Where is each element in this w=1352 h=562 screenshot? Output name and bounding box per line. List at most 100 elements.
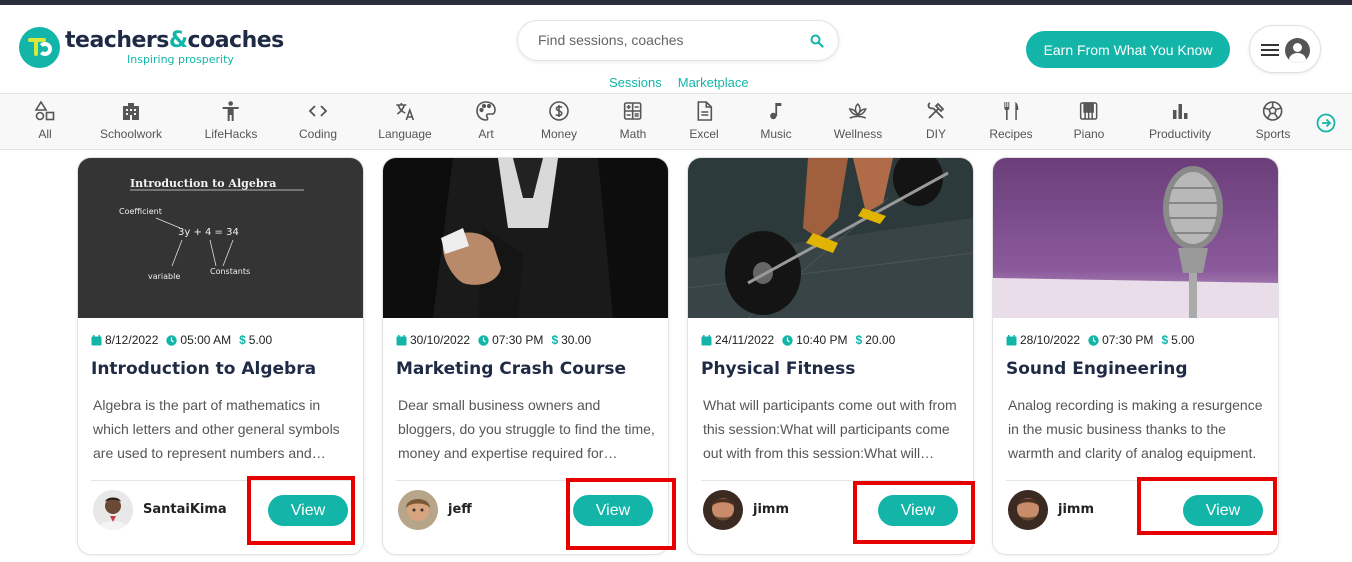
school-icon xyxy=(123,103,139,120)
session-image-chalkboard: Introduction to Algebra Coefficient 3y +… xyxy=(78,158,363,318)
session-date: 28/10/2022 xyxy=(1020,333,1081,347)
bar-chart-icon xyxy=(1173,104,1188,119)
account-menu-button[interactable] xyxy=(1249,25,1321,73)
logo-mark-icon xyxy=(19,27,60,68)
calendar-icon xyxy=(91,334,102,345)
session-time: 05:00 AM xyxy=(180,333,232,347)
session-title[interactable]: Marketing Crash Course xyxy=(396,359,626,379)
category-art[interactable]: Art xyxy=(475,100,497,141)
clock-icon xyxy=(478,334,489,346)
dollar-icon: $ xyxy=(855,333,863,347)
search-box xyxy=(517,20,839,61)
category-coding[interactable]: Coding xyxy=(299,100,337,141)
session-description: What will participants come out with fro… xyxy=(703,397,957,461)
category-lifehacks[interactable]: LifeHacks xyxy=(205,100,257,141)
session-time: 07:30 PM xyxy=(492,333,544,347)
sessions-link[interactable]: Sessions xyxy=(609,75,662,90)
brand-tagline: Inspiring prosperity xyxy=(127,53,234,66)
highlight-box xyxy=(1137,477,1277,535)
dollar-icon: $ xyxy=(1161,333,1169,347)
document-icon xyxy=(697,101,712,121)
calendar-icon xyxy=(396,334,407,345)
session-image-handshake xyxy=(383,158,668,318)
header-links: Sessions Marketplace xyxy=(609,75,749,90)
clock-icon xyxy=(1088,334,1099,346)
hamburger-icon xyxy=(1261,44,1279,56)
translate-icon xyxy=(395,103,414,121)
user-avatar-icon xyxy=(1285,38,1310,63)
svg-text:Coefficient: Coefficient xyxy=(119,207,162,216)
category-schoolwork[interactable]: Schoolwork xyxy=(100,100,162,141)
dollar-icon: $ xyxy=(239,333,246,347)
session-time: 07:30 PM xyxy=(1102,333,1154,347)
lotus-icon xyxy=(848,102,868,119)
svg-text:Introduction to Algebra: Introduction to Algebra xyxy=(130,177,276,190)
category-excel[interactable]: Excel xyxy=(689,100,719,141)
category-sports[interactable]: Sports xyxy=(1256,100,1290,141)
author-name[interactable]: jimm xyxy=(1058,502,1094,517)
highlight-box xyxy=(566,478,676,550)
highlight-box xyxy=(247,476,355,545)
session-meta: 8/12/2022 05:00 AM $5.00 xyxy=(91,333,280,347)
category-diy[interactable]: DIY xyxy=(925,100,947,141)
search-icon[interactable] xyxy=(810,34,824,48)
brand-logo[interactable]: teachers&coaches Inspiring prosperity xyxy=(19,27,284,68)
marketplace-link[interactable]: Marketplace xyxy=(678,75,749,90)
session-date: 30/10/2022 xyxy=(410,333,471,347)
category-all[interactable]: All xyxy=(34,100,56,141)
session-meta: 30/10/2022 07:30 PM $30.00 xyxy=(396,333,599,347)
session-title[interactable]: Sound Engineering xyxy=(1006,359,1188,379)
category-money[interactable]: Money xyxy=(541,100,577,141)
category-wellness[interactable]: Wellness xyxy=(834,100,882,141)
dollar-icon xyxy=(549,101,569,121)
svg-text:Constants: Constants xyxy=(210,267,250,276)
shapes-icon xyxy=(34,100,55,121)
svg-text:variable: variable xyxy=(148,272,180,281)
session-image-weightlifting xyxy=(688,158,973,318)
session-description: Analog recording is making a resurgence … xyxy=(1008,397,1263,461)
piano-icon xyxy=(1080,102,1098,120)
author-avatar xyxy=(1008,490,1048,530)
brand-name: teachers&coaches xyxy=(65,28,284,53)
session-meta: 24/11/2022 10:40 PM $20.00 xyxy=(701,333,903,347)
calendar-icon xyxy=(1006,334,1017,345)
session-date: 24/11/2022 xyxy=(715,333,775,347)
clock-icon xyxy=(166,334,178,346)
session-meta: 28/10/2022 07:30 PM $5.00 xyxy=(1006,333,1202,347)
author-avatar xyxy=(93,490,133,530)
session-price: 20.00 xyxy=(865,333,896,347)
music-note-icon xyxy=(769,103,781,120)
category-productivity[interactable]: Productivity xyxy=(1149,100,1211,141)
category-piano[interactable]: Piano xyxy=(1074,100,1104,141)
author-name[interactable]: SantaiKima xyxy=(143,502,227,517)
dollar-icon: $ xyxy=(551,333,559,347)
session-title[interactable]: Introduction to Algebra xyxy=(91,359,316,379)
session-price: 30.00 xyxy=(561,333,592,347)
category-music[interactable]: Music xyxy=(760,100,792,141)
session-description: Algebra is the part of mathematics in wh… xyxy=(93,397,340,461)
author-avatar xyxy=(703,490,743,530)
author-name[interactable]: jeff xyxy=(448,502,472,517)
session-title[interactable]: Physical Fitness xyxy=(701,359,855,379)
category-bar: All Schoolwork LifeHacks Coding Language… xyxy=(0,93,1352,150)
calculator-icon xyxy=(624,102,642,120)
calendar-icon xyxy=(701,334,712,345)
svg-text:3y + 4 = 34: 3y + 4 = 34 xyxy=(178,227,239,238)
session-image-microphone xyxy=(993,158,1278,318)
session-time: 10:40 PM xyxy=(796,333,848,347)
category-recipes[interactable]: Recipes xyxy=(989,100,1033,141)
utensils-icon xyxy=(1003,102,1018,120)
arrow-right-circle-icon[interactable] xyxy=(1316,113,1336,133)
session-price: 5.00 xyxy=(1171,333,1195,347)
soccer-ball-icon xyxy=(1263,101,1283,121)
session-price: 5.00 xyxy=(248,333,273,347)
session-description: Dear small business owners and bloggers,… xyxy=(398,397,655,461)
author-name[interactable]: jimm xyxy=(753,502,789,517)
category-math[interactable]: Math xyxy=(620,100,646,141)
highlight-box xyxy=(853,481,975,544)
category-language[interactable]: Language xyxy=(378,100,432,141)
earn-button[interactable]: Earn From What You Know xyxy=(1026,31,1230,68)
header: teachers&coaches Inspiring prosperity Se… xyxy=(0,5,1352,93)
search-input[interactable] xyxy=(538,32,798,48)
code-icon xyxy=(308,105,328,117)
